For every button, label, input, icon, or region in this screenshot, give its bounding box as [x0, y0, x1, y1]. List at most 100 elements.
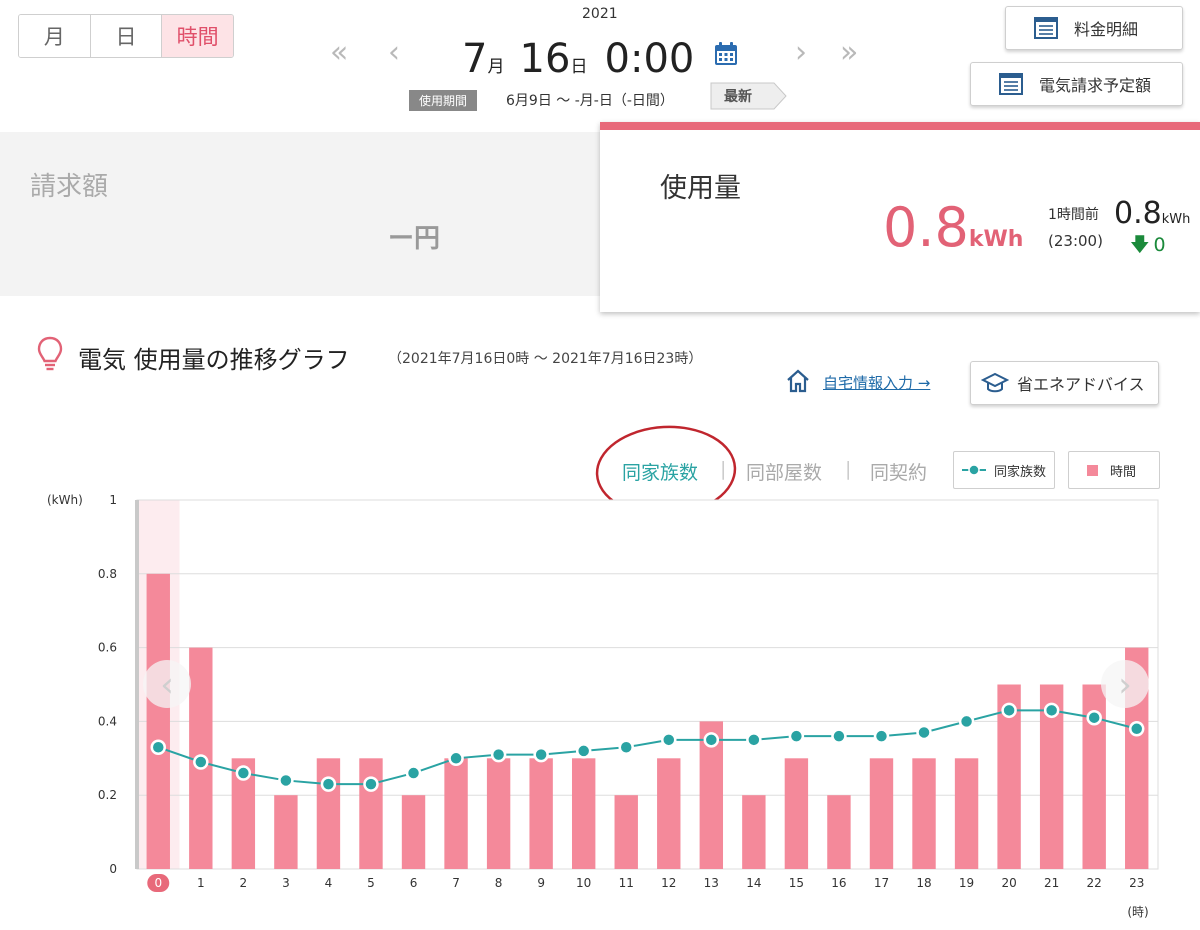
bar — [742, 795, 766, 869]
y-tick-label: 0.8 — [98, 567, 117, 581]
y-tick-label: 0.4 — [98, 714, 117, 728]
compare-contract[interactable]: 同契約 — [870, 458, 927, 485]
bill-forecast-button[interactable]: 電気請求予定額 — [970, 62, 1183, 106]
x-tick-label: 11 — [619, 876, 634, 890]
line-point — [490, 746, 507, 763]
bar — [954, 758, 979, 869]
prev-hour-value: 0.8kWh — [1114, 196, 1190, 231]
year-label: 2021 — [582, 6, 618, 22]
period-value: 6月9日 ～ -月-日（-日間） — [506, 93, 674, 109]
bar — [827, 795, 851, 869]
legend-bar-toggle[interactable]: 時間 — [1068, 451, 1160, 489]
next-fast-icon[interactable]: » — [840, 38, 858, 68]
chart-scroll-left-icon[interactable]: ‹ — [160, 665, 174, 705]
home-info-link[interactable]: 自宅情報入力 → — [823, 372, 930, 393]
x-tick-label: 22 — [1087, 876, 1102, 890]
bar — [359, 758, 383, 869]
bar — [316, 758, 341, 869]
usage-value: 0.8kWh — [883, 196, 1023, 259]
document-list-icon — [999, 73, 1023, 95]
x-axis-label: (時) — [1127, 905, 1148, 919]
x-tick-label: 3 — [282, 876, 290, 890]
usage-label: 使用量 — [660, 173, 741, 204]
prev-hour-time: (23:00) — [1048, 232, 1103, 250]
bar — [869, 758, 894, 869]
prev-fast-icon[interactable]: « — [330, 38, 348, 68]
y-tick-label: 0.2 — [98, 788, 117, 802]
next-icon[interactable]: › — [795, 38, 807, 68]
x-tick-label: 15 — [789, 876, 804, 890]
period-label: 使用期間 — [409, 90, 478, 111]
x-tick-label: 18 — [916, 876, 931, 890]
line-point — [1043, 702, 1060, 719]
line-point — [746, 732, 762, 748]
line-point — [193, 754, 209, 770]
billing-panel: 請求額 ー円 — [0, 132, 600, 296]
home-icon[interactable] — [785, 368, 811, 394]
graduation-cap-icon — [981, 372, 1009, 393]
x-tick-label: 9 — [537, 876, 545, 890]
usage-chart: 00.20.40.60.810 1 2 3 4 5 6 7 8 9 10 11 12 13 14 15 16 17… — [47, 493, 1159, 919]
chart-scroll-right-icon[interactable]: › — [1118, 665, 1132, 705]
line-point — [363, 776, 379, 792]
line-point — [448, 750, 464, 767]
y-tick-label: 0 — [109, 862, 117, 876]
prev-hour-number: 0.8 — [1114, 196, 1162, 231]
y-tick-label: 0.6 — [98, 641, 117, 655]
tab-hour[interactable]: 時間 — [162, 15, 233, 57]
energy-advice-label: 省エネアドバイス — [1017, 375, 1145, 394]
y-axis-line — [135, 500, 139, 869]
line-point — [1001, 702, 1017, 719]
x-tick-label: 21 — [1044, 876, 1059, 890]
legend-line-toggle[interactable]: 同家族数 — [953, 451, 1055, 489]
usage-number: 0.8 — [883, 196, 969, 259]
x-tick-label: 1 — [197, 876, 205, 890]
day-unit: 日 — [570, 57, 588, 77]
prev-hour-label: 1時間前 — [1048, 207, 1099, 223]
line-point — [788, 728, 805, 744]
x-tick-label: 0 — [154, 876, 162, 890]
line-point — [235, 765, 252, 781]
lightbulb-icon — [37, 336, 63, 371]
y-axis-label: (kWh) — [47, 493, 83, 507]
x-tick-label: 8 — [495, 876, 503, 890]
bill-detail-button[interactable]: 料金明細 — [1005, 6, 1183, 50]
bar — [912, 758, 936, 869]
day-value: 16 — [519, 36, 571, 82]
x-tick-label: 12 — [661, 876, 676, 890]
billing-label: 請求額 — [30, 172, 109, 202]
current-date: 7月 16日 0:00 — [462, 36, 694, 82]
arrow-down-icon: 🡇 — [1130, 234, 1150, 256]
line-point — [958, 713, 975, 730]
line-point — [533, 746, 549, 763]
tab-day[interactable]: 日 — [90, 15, 163, 57]
bar — [784, 758, 809, 869]
x-tick-label: 4 — [325, 876, 333, 890]
line-point — [831, 728, 847, 744]
bar — [146, 573, 170, 869]
bill-forecast-label: 電気請求予定額 — [1039, 76, 1152, 95]
line-point — [618, 739, 634, 755]
x-tick-label: 10 — [576, 876, 591, 890]
prev-icon[interactable]: ‹ — [388, 38, 400, 68]
line-point — [1128, 721, 1145, 737]
document-list-icon — [1034, 17, 1058, 39]
bill-detail-label: 料金明細 — [1074, 20, 1139, 39]
usage-panel: 使用量 0.8kWh 1時間前 (23:00) 0.8kWh 🡇 0 — [600, 122, 1200, 312]
x-tick-label: 6 — [410, 876, 418, 890]
calendar-icon[interactable] — [713, 41, 739, 67]
month-value: 7 — [462, 36, 488, 82]
graph-range: （2021年7月16日0時 ～ 2021年7月16日23時） — [388, 351, 703, 367]
billing-value: ー円 — [388, 224, 441, 254]
bar — [614, 795, 638, 869]
latest-button[interactable]: 最新 — [710, 82, 787, 110]
bar — [571, 758, 596, 869]
energy-advice-button[interactable]: 省エネアドバイス — [970, 361, 1159, 405]
x-tick-label: 20 — [1001, 876, 1016, 890]
line-point — [703, 732, 720, 748]
line-point — [405, 765, 422, 781]
compare-room-count[interactable]: 同部屋数 — [746, 458, 822, 485]
tab-month[interactable]: 月 — [19, 15, 91, 57]
usage-diff: 🡇 0 — [1130, 231, 1166, 263]
x-tick-label: 13 — [704, 876, 719, 890]
